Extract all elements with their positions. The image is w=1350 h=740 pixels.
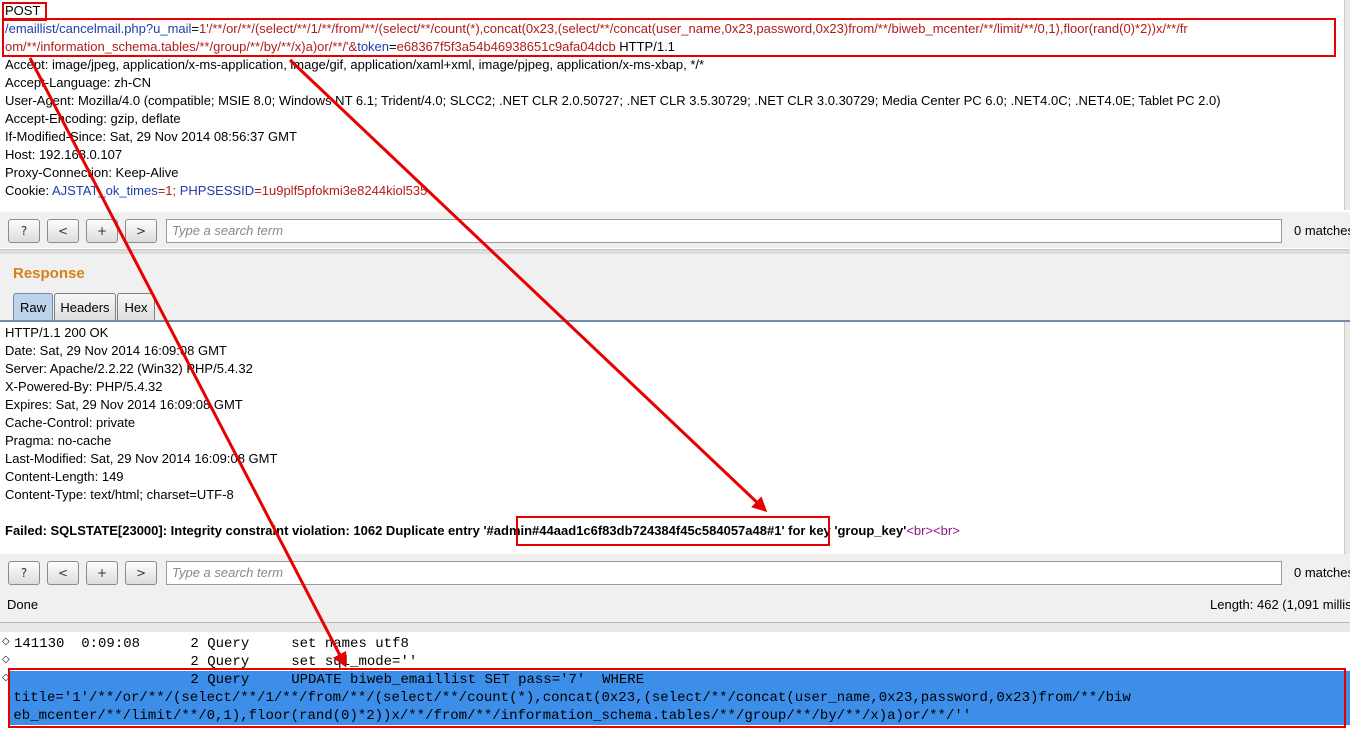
arrow-url-to-response <box>288 58 768 513</box>
arrow-url-to-log <box>28 57 347 668</box>
annotation-arrows <box>28 57 768 668</box>
